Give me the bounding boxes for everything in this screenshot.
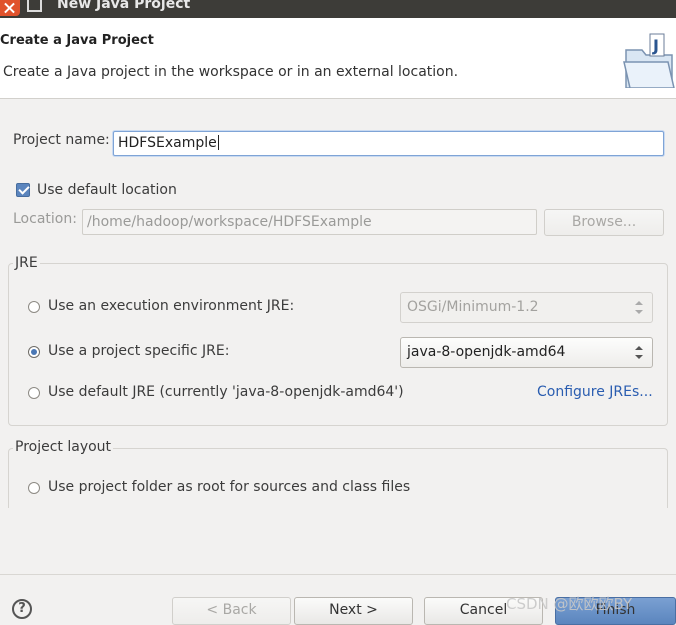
help-icon[interactable]: ? [12, 599, 32, 619]
use-default-location-checkbox[interactable] [16, 183, 30, 197]
browse-button[interactable]: Browse... [544, 209, 664, 236]
next-button[interactable]: Next > [294, 597, 413, 625]
back-button[interactable]: < Back [172, 597, 291, 625]
use-default-location-label[interactable]: Use default location [37, 182, 177, 198]
wizard-description: Create a Java project in the workspace o… [3, 64, 459, 80]
execution-env-label[interactable]: Use an execution environment JRE: [48, 298, 294, 314]
project-specific-jre-select[interactable]: java-8-openjdk-amd64 [400, 337, 653, 368]
default-jre-label[interactable]: Use default JRE (currently 'java-8-openj… [48, 384, 404, 400]
text-caret [217, 135, 219, 150]
execution-env-radio[interactable] [28, 301, 40, 313]
project-specific-jre-radio[interactable] [28, 346, 40, 358]
project-layout-group-title: Project layout [13, 439, 114, 455]
location-label: Location: [13, 211, 77, 227]
execution-env-value: OSGi/Minimum-1.2 [407, 299, 539, 315]
execution-env-select[interactable]: OSGi/Minimum-1.2 [400, 292, 653, 323]
close-icon[interactable] [0, 0, 20, 16]
configure-jres-link[interactable]: Configure JREs... [537, 384, 653, 400]
wizard-title: Create a Java Project [0, 33, 154, 48]
select-arrows-icon [635, 301, 643, 315]
project-name-input[interactable]: HDFSExample [113, 131, 664, 156]
project-layout-group [8, 448, 668, 508]
wizard-banner: Create a Java Project Create a Java proj… [0, 18, 676, 99]
select-arrows-icon [635, 346, 643, 360]
location-input[interactable]: /home/hadoop/workspace/HDFSExample [82, 209, 537, 235]
project-folder-root-radio[interactable] [28, 482, 40, 494]
window-title: New Java Project [57, 0, 191, 12]
maximize-icon[interactable] [27, 0, 42, 12]
window-titlebar: New Java Project [0, 0, 676, 18]
project-folder-root-label[interactable]: Use project folder as root for sources a… [48, 479, 410, 495]
project-name-value: HDFSExample [118, 135, 217, 151]
project-specific-jre-label[interactable]: Use a project specific JRE: [48, 343, 229, 359]
watermark: CSDN @欧欧欧BY [506, 595, 633, 613]
footer-divider [0, 574, 676, 575]
project-name-label: Project name: [13, 132, 110, 148]
jre-group-title: JRE [13, 255, 40, 271]
project-specific-jre-value: java-8-openjdk-amd64 [407, 344, 566, 360]
svg-text:J: J [652, 36, 659, 55]
project-wizard-icon: J [623, 33, 675, 88]
default-jre-radio[interactable] [28, 387, 40, 399]
